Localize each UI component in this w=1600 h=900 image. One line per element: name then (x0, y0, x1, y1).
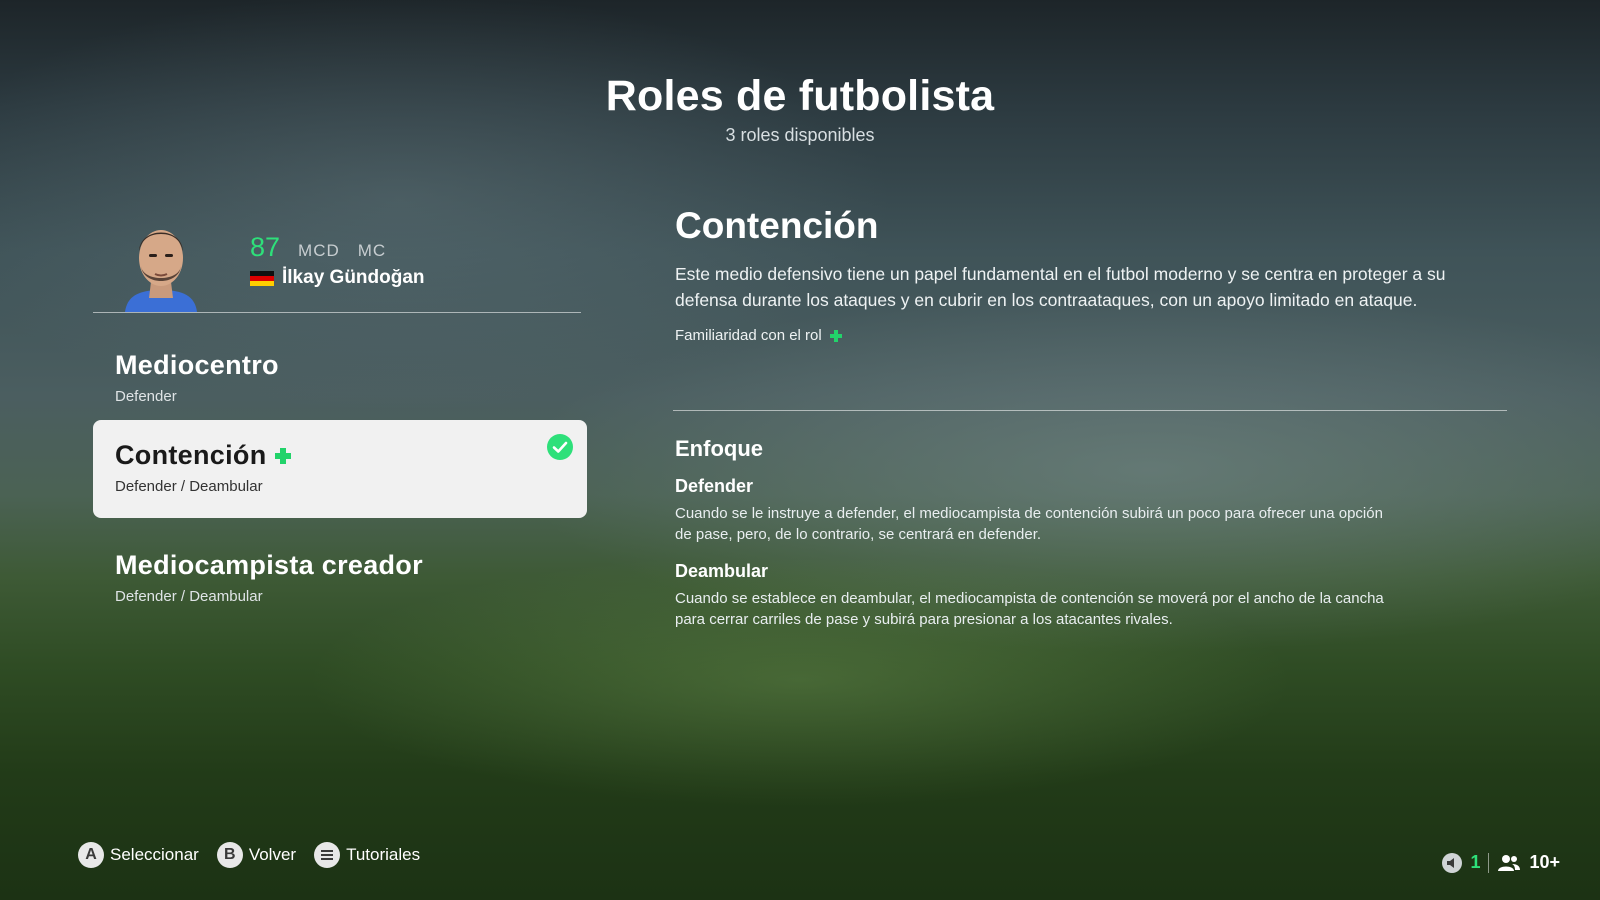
role-focus: Defender / Deambular (115, 478, 263, 495)
focus-item-defender: Defender Cuando se le instruye a defende… (675, 476, 1395, 545)
page-subtitle: 3 roles disponibles (725, 125, 875, 145)
role-name: Contención (115, 440, 267, 470)
role-name: Mediocentro (115, 350, 279, 380)
player-card: 87 MCD MC İlkay Gündoğan (93, 212, 581, 312)
role-item-mediocentro[interactable]: Mediocentro Defender (93, 330, 587, 428)
focus-item-deambular: Deambular Cuando se establece en deambul… (675, 561, 1395, 630)
hint-label: Seleccionar (110, 845, 199, 864)
players-icon (1498, 854, 1521, 871)
b-button-icon: B (216, 842, 243, 868)
role-item-contencion[interactable]: Contención Defender / Deambular (93, 420, 587, 518)
familiarity-plus-icon (274, 447, 291, 464)
online-status: 1 10+ (1442, 852, 1560, 873)
page-header: Roles de futbolista 3 roles disponibles (0, 72, 1600, 146)
selected-check-icon (547, 434, 573, 460)
player-name: İlkay Gündoğan (282, 267, 425, 288)
detail-description: Este medio defensivo tiene un papel fund… (675, 264, 1446, 310)
focus-name: Defender (675, 476, 754, 496)
player-position-secondary: MC (357, 241, 387, 260)
focus-title: Enfoque (675, 436, 763, 461)
focus-name: Deambular (675, 561, 769, 581)
player-portrait (121, 212, 201, 312)
back-hint[interactable]: B Volver (216, 842, 297, 868)
tutorials-hint[interactable]: Tutoriales (314, 842, 420, 868)
role-name: Mediocampista creador (115, 550, 423, 580)
select-hint[interactable]: A Seleccionar (78, 842, 199, 868)
role-item-mediocampista-creador[interactable]: Mediocampista creador Defender / Deambul… (93, 530, 587, 628)
detail-divider (673, 410, 1507, 411)
role-focus: Defender / Deambular (115, 588, 263, 605)
role-focus: Defender (115, 388, 177, 405)
a-button-icon: A (78, 842, 104, 868)
germany-flag-icon (250, 270, 274, 286)
focus-text: Cuando se establece en deambular, el med… (675, 590, 1384, 628)
familiarity-label: Familiaridad con el rol (675, 327, 822, 344)
hint-label: Tutoriales (346, 845, 421, 864)
focus-text: Cuando se le instruye a defender, el med… (675, 505, 1383, 543)
speaker-icon (1442, 852, 1463, 873)
focus-section: Enfoque Defender Cuando se le instruye a… (675, 436, 1395, 630)
players-count: 10+ (1529, 852, 1560, 872)
player-info: 87 MCD MC İlkay Gündoğan (250, 232, 425, 289)
voice-count: 1 (1470, 852, 1481, 872)
player-rating: 87 (250, 232, 281, 262)
player-position-primary: MCD (298, 241, 340, 260)
familiarity-plus-icon (829, 329, 842, 342)
status-divider (1488, 852, 1490, 873)
detail-title: Contención (675, 205, 879, 246)
button-hints: A Seleccionar B Volver Tutoriales (78, 842, 420, 868)
player-divider (93, 312, 581, 313)
hint-label: Volver (248, 845, 297, 864)
page-title: Roles de futbolista (605, 72, 995, 120)
menu-button-icon (314, 842, 341, 868)
role-detail-panel: Contención Este medio defensivo tiene un… (675, 205, 1505, 344)
role-familiarity: Familiaridad con el rol (675, 327, 1505, 344)
